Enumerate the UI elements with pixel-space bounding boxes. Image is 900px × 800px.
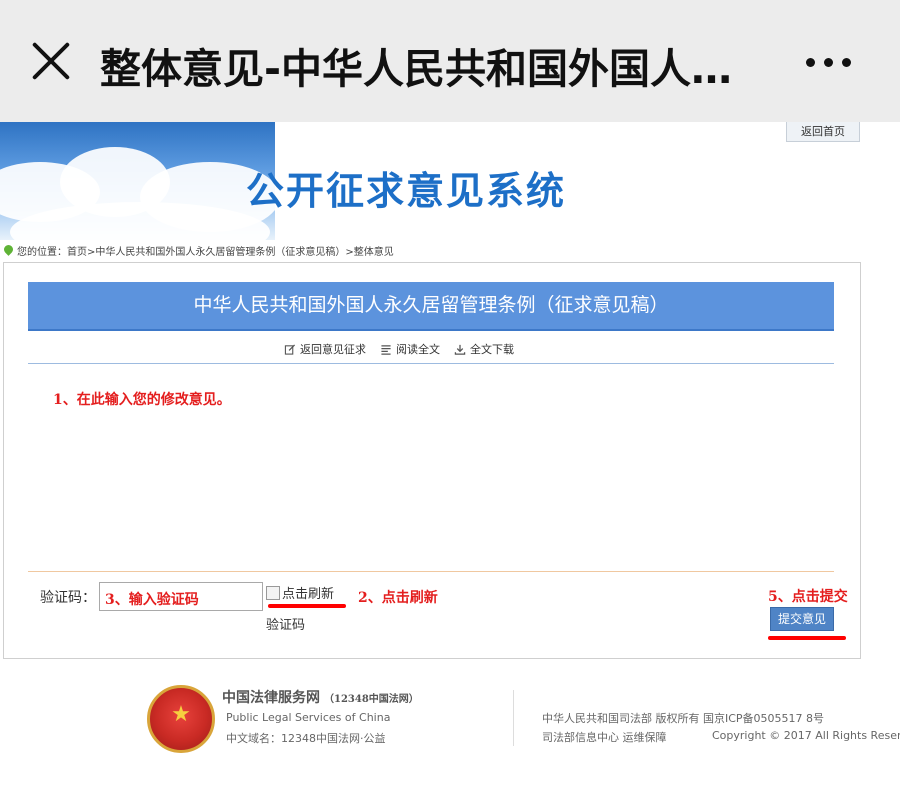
annotation-underline (268, 604, 346, 608)
captcha-label: 验证码： (40, 590, 96, 606)
read-full-text-label: 阅读全文 (396, 343, 440, 356)
footer-copyright-owner: 中华人民共和国司法部 版权所有 国京ICP备0505517 8号 (542, 712, 825, 725)
location-pin-icon (4, 245, 13, 256)
document-toolbar: 返回意见征求 阅读全文 全文下载 (284, 341, 514, 357)
captcha-sub-label: 验证码 (266, 618, 306, 633)
broken-image-icon (266, 585, 280, 600)
more-dots-icon[interactable] (806, 58, 852, 70)
step5-annotation: 5、点击提交 (768, 589, 848, 605)
step3-annotation: 3、输入验证码 (105, 592, 199, 608)
download-full-text-label: 全文下载 (470, 343, 514, 356)
captcha-image[interactable]: 点击刷新 (266, 583, 334, 602)
footer-divider (513, 690, 514, 746)
home-button[interactable]: 返回首页 (786, 122, 860, 142)
footer-site-name-cn: 中国法律服务网 (222, 690, 320, 706)
header-banner-image (0, 122, 275, 240)
divider (28, 571, 834, 572)
submit-button[interactable]: 提交意见 (770, 607, 834, 631)
footer-copyright: Copyright © 2017 All Rights Reserved (712, 729, 900, 742)
annotation-underline (768, 636, 846, 640)
list-icon (381, 344, 391, 355)
national-emblem-logo (147, 685, 215, 753)
back-to-comments-link[interactable]: 返回意见征求 (284, 341, 366, 357)
download-icon (454, 344, 466, 355)
comment-panel: 中华人民共和国外国人永久居留管理条例（征求意见稿） 返回意见征求 阅读全文 全文… (3, 262, 861, 659)
app-bar-title: 整体意见-中华人民共和国外国人永久居留管理条例（征求意见稿） (100, 45, 760, 93)
back-to-comments-label: 返回意见征求 (300, 343, 366, 356)
app-bar: 整体意见-中华人民共和国外国人永久居留管理条例（征求意见稿） (0, 0, 900, 122)
system-title: 公开征求意见系统 (246, 169, 567, 213)
footer-site-name-en: Public Legal Services of China (226, 711, 391, 724)
breadcrumb: 您的位置：首页>中华人民共和国外国人永久居留管理条例（征求意见稿）>整体意见 (4, 243, 394, 258)
footer-maintenance: 司法部信息中心 运维保障 (542, 731, 667, 744)
close-icon[interactable] (30, 40, 72, 82)
footer-domain: 中文域名：12348中国法网·公益 (226, 732, 386, 745)
read-full-text-link[interactable]: 阅读全文 (380, 341, 440, 357)
footer-site-hotline: （12348中国法网） (324, 694, 419, 705)
breadcrumb-text[interactable]: 您的位置：首页>中华人民共和国外国人永久居留管理条例（征求意见稿）>整体意见 (17, 243, 394, 258)
footer-site-name: 中国法律服务网 （12348中国法网） (222, 687, 419, 707)
step1-annotation: 1、在此输入您的修改意见。 (53, 392, 231, 408)
download-full-text-link[interactable]: 全文下载 (454, 341, 514, 357)
divider (28, 363, 834, 364)
edit-icon (284, 343, 296, 355)
captcha-image-alt: 点击刷新 (282, 587, 335, 602)
step2-annotation: 2、点击刷新 (358, 590, 438, 606)
document-title: 中华人民共和国外国人永久居留管理条例（征求意见稿） (28, 282, 834, 331)
